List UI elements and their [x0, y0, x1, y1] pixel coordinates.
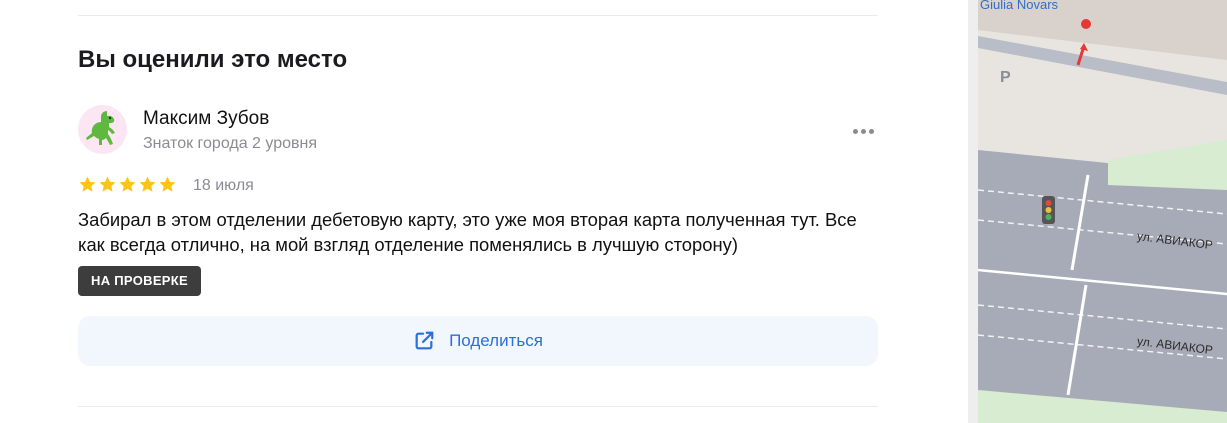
map-view[interactable]: Giulia Novars P ул. АВИАКОР ул. АВИАКОР [968, 0, 1227, 423]
more-dots-icon [852, 128, 858, 134]
review-panel: Вы оценили это место Максим Зубов Знаток… [0, 0, 968, 423]
map-poi-label[interactable]: Giulia Novars [980, 0, 1058, 12]
avatar[interactable] [78, 105, 127, 154]
divider-top [78, 15, 878, 16]
status-badge: НА ПРОВЕРКЕ [78, 266, 201, 296]
map-canvas[interactable] [968, 0, 1227, 423]
author-name[interactable]: Максим Зубов [143, 108, 269, 130]
share-label: Поделиться [449, 331, 543, 350]
divider-bottom [78, 406, 878, 407]
more-dots-icon [868, 128, 874, 134]
review-date: 18 июля [193, 177, 254, 194]
review-text: Забирал в этом отделении дебетовую карту… [78, 209, 857, 255]
share-icon [415, 331, 434, 350]
section-title: Вы оценили это место [78, 46, 348, 73]
star-icon [119, 176, 136, 192]
rating-stars [78, 175, 177, 194]
star-icon [159, 176, 176, 192]
share-button[interactable]: Поделиться [78, 316, 878, 366]
more-dots-icon [860, 128, 866, 134]
dinosaur-icon [85, 110, 115, 145]
more-options-button[interactable] [848, 122, 878, 140]
author-level: Знаток города 2 уровня [143, 135, 318, 152]
star-icon [99, 176, 116, 192]
star-icon [79, 176, 96, 192]
star-icon [139, 176, 156, 192]
parking-icon: P [1000, 69, 1011, 86]
